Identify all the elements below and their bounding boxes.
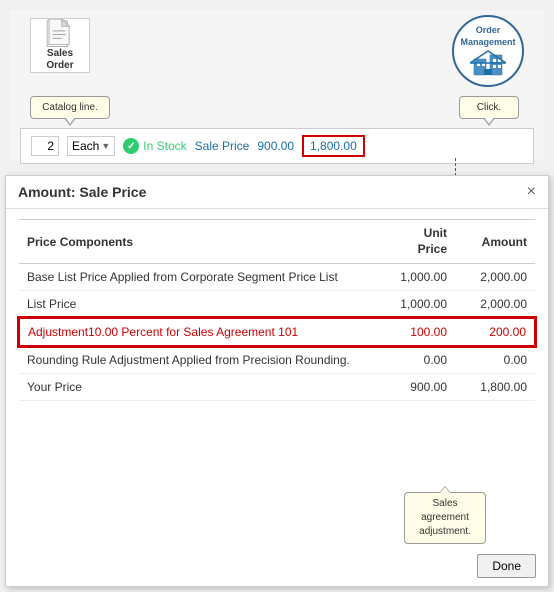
amount-value: 2,000.00: [455, 264, 535, 291]
connector-line: [455, 158, 456, 176]
price-component-name: Adjustment10.00 Percent for Sales Agreem…: [19, 318, 375, 346]
unit-price-value: 0.00: [375, 346, 455, 374]
modal-body: Price Components Unit Price Amount Base …: [6, 209, 548, 411]
sales-order-label1: Sales: [47, 48, 73, 60]
sales-order-label2: Order: [46, 60, 73, 72]
amount-value-highlighted[interactable]: 1,800.00: [302, 135, 365, 157]
uom-value: Each: [72, 139, 99, 153]
page-wrapper: Sales Order Order Management: [0, 0, 554, 592]
top-section: Sales Order Order Management: [10, 10, 544, 160]
unit-price-value: 1,000.00: [375, 264, 455, 291]
order-line-row: Each ▼ ✓ In Stock Sale Price 900.00 1,80…: [20, 128, 534, 164]
amount-header: Amount: [455, 220, 535, 264]
uom-chevron-icon: ▼: [101, 141, 110, 151]
price-component-name: List Price: [19, 291, 375, 319]
amount-value: 0.00: [455, 346, 535, 374]
table-row: Adjustment10.00 Percent for Sales Agreem…: [19, 318, 535, 346]
uom-selector[interactable]: Each ▼: [67, 136, 115, 156]
amount-value: 1,800.00: [455, 374, 535, 401]
order-mgmt-label2: Management: [460, 37, 515, 49]
price-component-name: Your Price: [19, 374, 375, 401]
catalog-line-callout: Catalog line.: [30, 96, 110, 119]
in-stock-label: In Stock: [143, 139, 186, 153]
quantity-input[interactable]: [31, 136, 59, 156]
sale-price-label: Sale Price: [195, 139, 250, 153]
click-arrow-down-inner: [484, 117, 494, 124]
check-icon: ✓: [123, 138, 139, 154]
modal-footer: Done: [477, 554, 536, 578]
sales-agreement-text: Sales agreement adjustment.: [419, 498, 471, 537]
click-callout: Click.: [459, 96, 519, 119]
sales-order-icon: Sales Order: [30, 18, 90, 73]
table-header: Price Components Unit Price Amount: [19, 220, 535, 264]
table-row: List Price1,000.002,000.00: [19, 291, 535, 319]
click-callout-text: Click.: [477, 102, 501, 113]
unit-price-value: 100.00: [375, 318, 455, 346]
header-row: Price Components Unit Price Amount: [19, 220, 535, 264]
order-mgmt-label1: Order: [476, 25, 501, 37]
sales-agreement-callout: Sales agreement adjustment.: [404, 492, 486, 544]
unit-price-value: 1,000.00: [375, 291, 455, 319]
close-button[interactable]: ×: [527, 184, 536, 200]
amount-modal: Amount: Sale Price × Price Components Un…: [5, 175, 549, 587]
amount-value: 200.00: [455, 318, 535, 346]
in-stock-badge: ✓ In Stock: [123, 138, 186, 154]
table-row: Your Price900.001,800.00: [19, 374, 535, 401]
price-components-header: Price Components: [19, 220, 375, 264]
table-row: Rounding Rule Adjustment Applied from Pr…: [19, 346, 535, 374]
table-body: Base List Price Applied from Corporate S…: [19, 264, 535, 401]
unit-price-header: Unit Price: [375, 220, 455, 264]
modal-header: Amount: Sale Price ×: [6, 176, 548, 209]
catalog-callout-text: Catalog line.: [42, 102, 98, 113]
price-component-name: Base List Price Applied from Corporate S…: [19, 264, 375, 291]
sale-price-value: 900.00: [257, 139, 294, 153]
done-button[interactable]: Done: [477, 554, 536, 578]
unit-price-value: 900.00: [375, 374, 455, 401]
order-management-badge: Order Management: [452, 15, 524, 87]
price-component-name: Rounding Rule Adjustment Applied from Pr…: [19, 346, 375, 374]
order-mgmt-icon: [470, 49, 506, 77]
price-components-table: Price Components Unit Price Amount Base …: [18, 219, 536, 401]
amount-value: 2,000.00: [455, 291, 535, 319]
catalog-arrow-down-inner: [65, 117, 75, 124]
modal-title: Amount: Sale Price: [18, 184, 146, 200]
table-row: Base List Price Applied from Corporate S…: [19, 264, 535, 291]
